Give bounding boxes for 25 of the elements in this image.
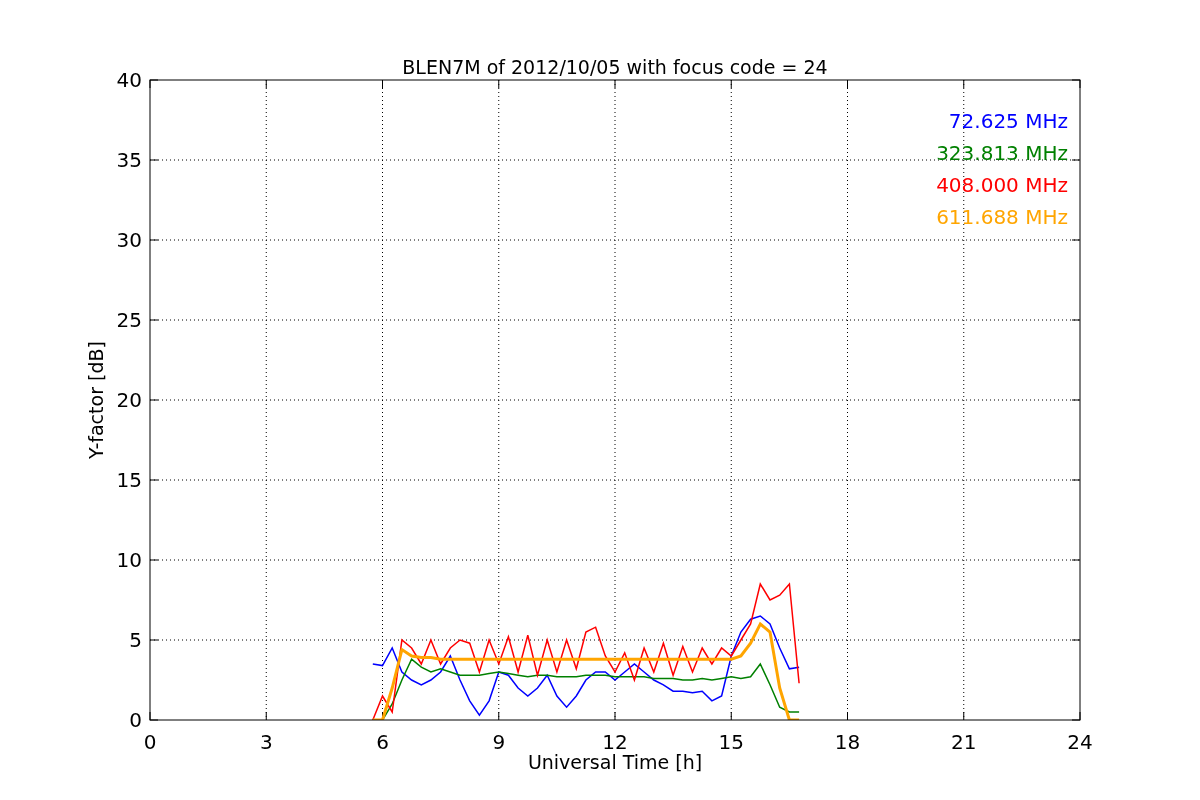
y-tick-label: 20 <box>116 388 142 412</box>
chart-title: BLEN7M of 2012/10/05 with focus code = 24 <box>402 56 828 78</box>
y-axis-label: Y-factor [dB] <box>85 341 107 459</box>
y-tick-label: 25 <box>116 308 142 332</box>
x-tick-label: 12 <box>602 730 628 754</box>
legend-label: 408.000 MHz <box>936 173 1068 197</box>
x-axis-label: Universal Time [h] <box>527 751 703 773</box>
x-tick-label: 0 <box>143 730 157 754</box>
y-tick-label: 40 <box>116 68 142 92</box>
x-tick-label: 9 <box>492 730 506 754</box>
x-tick-label: 6 <box>376 730 389 754</box>
x-tick-label: 21 <box>951 730 977 754</box>
x-tick-label: 18 <box>834 730 861 754</box>
y-tick-label: 5 <box>129 628 142 652</box>
y-tick-label: 30 <box>116 228 142 252</box>
y-tick-label: 0 <box>129 708 142 732</box>
legend-label: 323.813 MHz <box>936 141 1068 165</box>
y-tick-label: 35 <box>116 148 142 172</box>
y-tick-label: 10 <box>116 548 142 572</box>
legend-label: 72.625 MHz <box>948 109 1068 133</box>
legend-label: 611.688 MHz <box>936 205 1068 229</box>
x-tick-label: 24 <box>1067 730 1093 754</box>
y-tick-label: 15 <box>116 468 142 492</box>
x-tick-label: 15 <box>718 730 744 754</box>
x-tick-label: 3 <box>259 730 273 754</box>
